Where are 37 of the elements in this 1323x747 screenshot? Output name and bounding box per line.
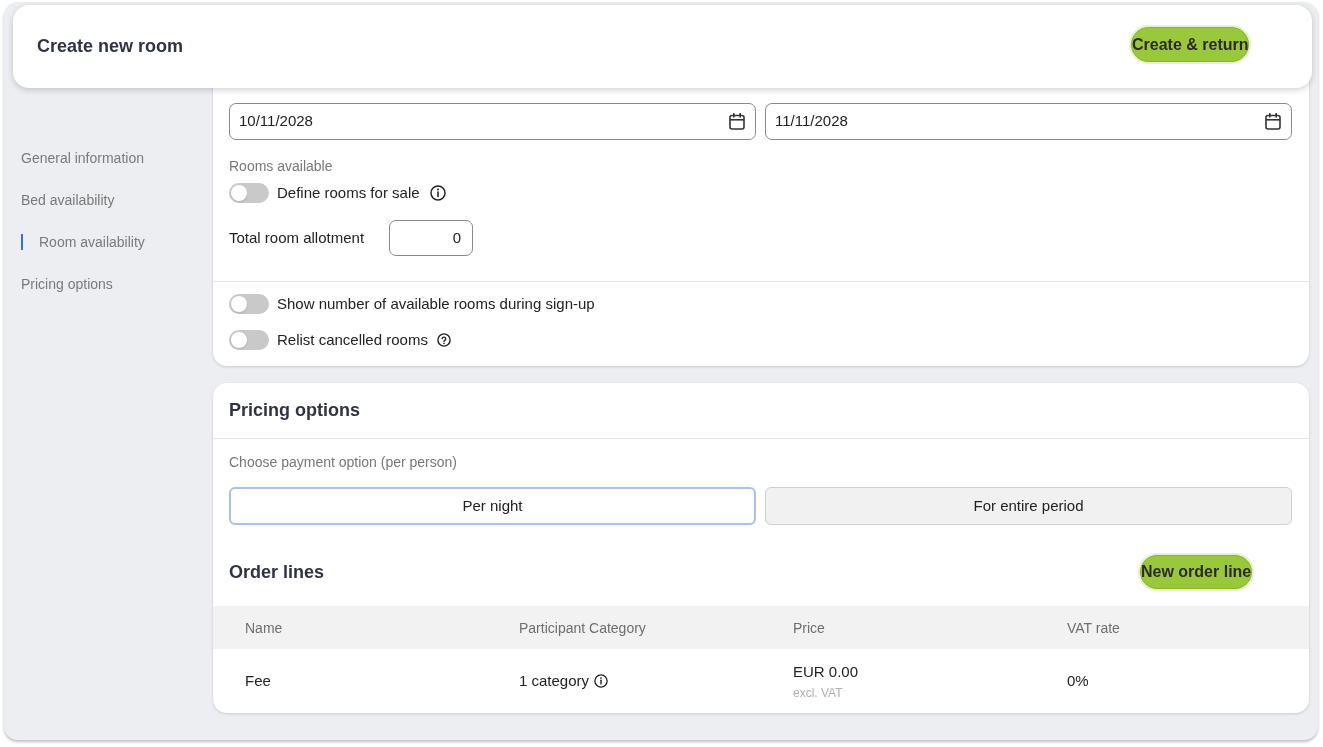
toggle-label: Relist cancelled rooms [277,329,428,350]
sidebar-link[interactable]: General information [21,150,144,166]
section-label: Rooms available [229,157,334,175]
table-cell: Fee [245,672,271,689]
info-icon [594,674,609,688]
column-header: Price [793,619,825,636]
page-title: Create new room [37,35,184,58]
new-order-line-button[interactable]: New order line [1140,555,1253,589]
column-header: VAT rate [1067,619,1120,636]
info-icon [429,185,446,201]
price-text: EUR 0.00 [793,662,859,681]
field-label: Total room allotment [229,227,366,248]
column-header: Participant Category [519,619,646,636]
payment-option-button[interactable]: For entire period [765,487,1292,525]
toggle-label: Show number of available rooms during sign-up [277,293,595,314]
sidebar-link[interactable]: Pricing options [21,276,113,292]
price-note: excl. VAT [793,685,843,700]
calendar-icon[interactable] [1265,113,1281,130]
table-cell: 0% [1067,672,1089,689]
toggle-label: Define rooms for sale [277,182,420,203]
toggle-switch[interactable] [229,294,269,314]
help-icon [436,333,451,347]
date-field[interactable]: 11/11/2028 [765,103,1292,140]
payment-option-button[interactable]: Per night [229,487,756,525]
create-return-button[interactable]: Create & return [1131,27,1250,62]
sidebar-link[interactable]: Room availability [21,234,145,250]
number-field[interactable]: 0 [389,220,473,256]
calendar-icon[interactable] [729,113,745,130]
field-label: Choose payment option (per person) [229,453,459,471]
toggle-switch[interactable] [229,330,269,350]
toggle-switch[interactable] [229,183,269,203]
date-field[interactable]: 10/11/2028 [229,103,756,140]
column-header: Name [245,619,283,636]
section-title: Pricing options [229,399,360,422]
sidebar-link[interactable]: Bed availability [21,192,115,208]
table-cell-text: 1 category [519,670,590,691]
section-title: Order lines [229,560,325,584]
